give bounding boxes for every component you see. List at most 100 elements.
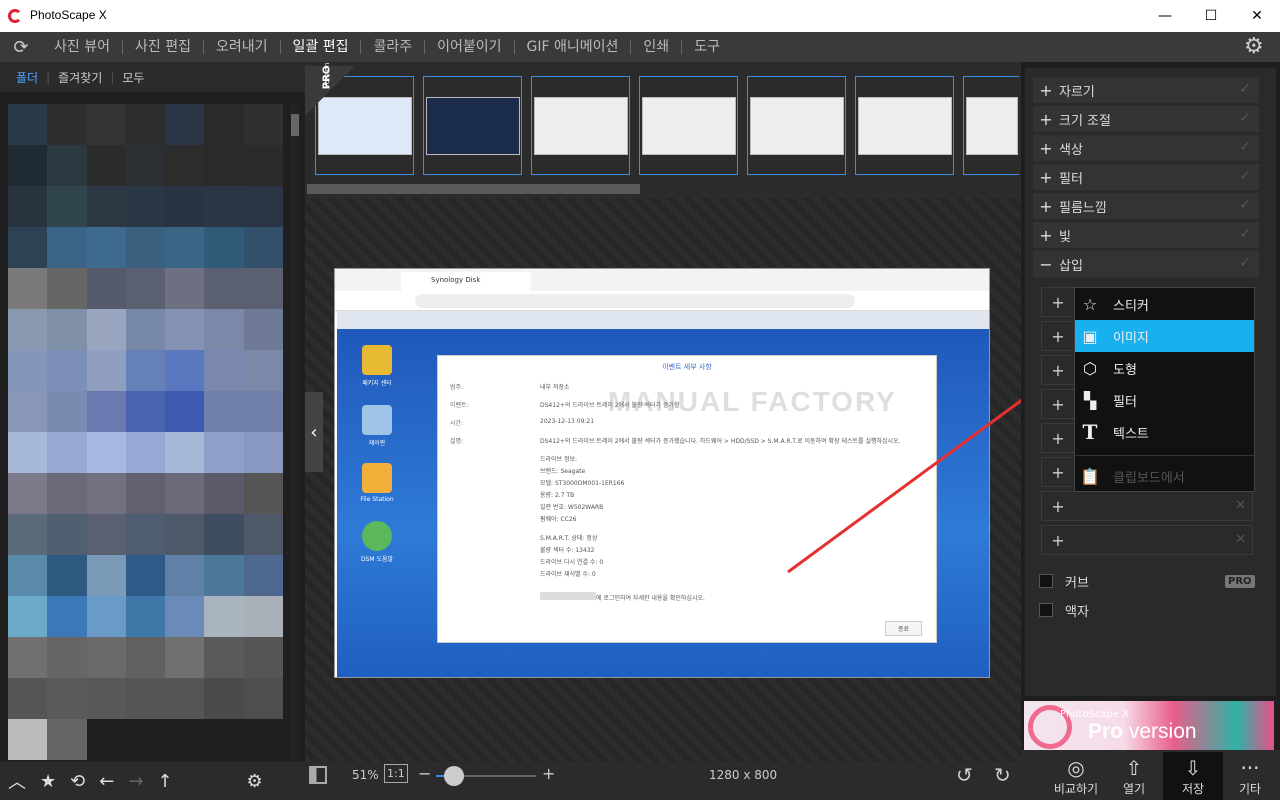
- add-insert-plus-icon[interactable]: +: [1042, 531, 1074, 550]
- panel-toggle-icon[interactable]: [309, 766, 327, 784]
- insert-menu-item[interactable]: ☆ 스티커: [1075, 288, 1254, 320]
- add-insert-plus-icon[interactable]: +: [1042, 429, 1074, 448]
- insert-menu-item[interactable]: ▣ 이미지: [1075, 320, 1254, 352]
- favorite-star-icon[interactable]: ★: [40, 771, 56, 792]
- thumbnail[interactable]: [531, 76, 630, 175]
- section-0[interactable]: + 자르기 ✓: [1033, 77, 1259, 103]
- up-arrow-icon[interactable]: ↑: [157, 771, 172, 792]
- thumbnail[interactable]: [639, 76, 738, 175]
- expand-plus-icon[interactable]: +: [1033, 226, 1059, 245]
- thumbnail[interactable]: [963, 76, 1019, 175]
- expand-plus-icon[interactable]: +: [1033, 197, 1059, 216]
- collapse-minus-icon[interactable]: −: [1033, 255, 1059, 274]
- expand-plus-icon[interactable]: +: [1033, 139, 1059, 158]
- left-scrollbar[interactable]: [290, 104, 300, 762]
- section-5[interactable]: + 빛 ✓: [1033, 222, 1259, 248]
- menu-item[interactable]: 오려내기: [204, 32, 280, 62]
- zoom-out-button[interactable]: −: [418, 764, 431, 783]
- frame-checkbox[interactable]: [1039, 603, 1053, 617]
- text-icon: T: [1082, 420, 1098, 444]
- apply-check-icon[interactable]: ✓: [1239, 81, 1251, 97]
- curve-checkbox[interactable]: [1039, 574, 1053, 588]
- remove-x-icon[interactable]: ✕: [1235, 498, 1246, 513]
- apply-check-icon[interactable]: ✓: [1239, 168, 1251, 184]
- section-2[interactable]: + 색상 ✓: [1033, 135, 1259, 161]
- maximize-button[interactable]: ☐: [1188, 0, 1234, 32]
- menu-item[interactable]: 도구: [682, 32, 732, 62]
- zoom-in-button[interactable]: +: [542, 764, 555, 783]
- menu-item[interactable]: 사진 편집: [123, 32, 203, 62]
- pro-tag: PRO: [1225, 575, 1255, 588]
- compare-button[interactable]: ◎ 비교하기: [1046, 752, 1106, 800]
- menu-item[interactable]: GIF 애니메이션: [515, 32, 631, 62]
- collapse-left-panel-chevron-icon[interactable]: ‹: [305, 392, 323, 472]
- thumbnail[interactable]: [747, 76, 846, 175]
- home-logo-icon[interactable]: ⟳: [0, 37, 42, 58]
- back-arrow-icon[interactable]: ←: [99, 771, 114, 792]
- thumbnail[interactable]: [423, 76, 522, 175]
- app-logo-icon: [8, 9, 22, 23]
- apply-check-icon[interactable]: ✓: [1239, 226, 1251, 242]
- forward-arrow-icon[interactable]: →: [128, 771, 143, 792]
- expand-plus-icon[interactable]: +: [1033, 168, 1059, 187]
- thumbnail[interactable]: [855, 76, 954, 175]
- pro-badge-line2: Version: [322, 62, 331, 89]
- insert-menu-item[interactable]: T 텍스트: [1075, 416, 1254, 448]
- upload-icon: ⇧: [1125, 756, 1143, 780]
- menu-item[interactable]: 사진 뷰어: [42, 32, 122, 62]
- minimize-button[interactable]: —: [1142, 0, 1188, 32]
- expand-plus-icon[interactable]: +: [1033, 110, 1059, 129]
- tab-all[interactable]: 모두: [114, 69, 152, 86]
- open-button[interactable]: ⇧ 열기: [1104, 752, 1164, 800]
- close-button[interactable]: ✕: [1234, 0, 1280, 32]
- refresh-icon[interactable]: ⟲: [70, 771, 85, 792]
- expand-plus-icon[interactable]: +: [1033, 81, 1059, 100]
- more-button[interactable]: ··· 기타: [1220, 752, 1280, 800]
- apply-check-icon[interactable]: ✓: [1239, 255, 1251, 271]
- section-3[interactable]: + 필터 ✓: [1033, 164, 1259, 190]
- section-6[interactable]: − 삽입 ✓: [1033, 251, 1259, 277]
- sticker-icon: ☆: [1082, 294, 1098, 314]
- zoom-slider-knob[interactable]: [444, 766, 464, 786]
- left-tabs: 폴더 | 즐겨찾기 | 모두: [0, 62, 305, 92]
- section-1[interactable]: + 크기 조절 ✓: [1033, 106, 1259, 132]
- add-insert-plus-icon[interactable]: +: [1042, 293, 1074, 312]
- apply-check-icon[interactable]: ✓: [1239, 110, 1251, 126]
- filmstrip-scrollbar[interactable]: [307, 184, 640, 194]
- insert-slot[interactable]: + ✕: [1041, 491, 1253, 521]
- rotate-right-icon[interactable]: ↻: [994, 763, 1011, 787]
- add-insert-plus-icon[interactable]: +: [1042, 361, 1074, 380]
- insert-menu-item[interactable]: ⬡ 도형: [1075, 352, 1254, 384]
- insert-menu-item[interactable]: ▚ 필터: [1075, 384, 1254, 416]
- dialog-row-key: 시간:: [450, 420, 464, 427]
- menu-item[interactable]: 인쇄: [631, 32, 681, 62]
- dialog-footer-note: 에 로그인하여 자세한 내용을 확인하십시오.: [596, 595, 705, 602]
- tab-folders[interactable]: 폴더: [8, 69, 46, 86]
- add-insert-plus-icon[interactable]: +: [1042, 497, 1074, 516]
- apply-check-icon[interactable]: ✓: [1239, 197, 1251, 213]
- tab-favorites[interactable]: 즐겨찾기: [50, 69, 110, 86]
- section-4[interactable]: + 필름느낌 ✓: [1033, 193, 1259, 219]
- insert-slot[interactable]: + ✕: [1041, 525, 1253, 555]
- menu-item[interactable]: 콜라주: [361, 32, 424, 62]
- folder-settings-gear-icon[interactable]: ⚙: [247, 771, 263, 792]
- actual-size-button[interactable]: 1:1: [384, 764, 408, 783]
- apply-check-icon[interactable]: ✓: [1239, 139, 1251, 155]
- zoom-level[interactable]: 51%: [352, 768, 379, 782]
- remove-x-icon[interactable]: ✕: [1235, 532, 1246, 547]
- menu-item[interactable]: 이어붙이기: [425, 32, 513, 62]
- folder-tree-blurred[interactable]: [8, 104, 283, 760]
- add-insert-plus-icon[interactable]: +: [1042, 395, 1074, 414]
- bottom-toolbar: [305, 762, 1021, 800]
- rotate-left-icon[interactable]: ↺: [956, 763, 973, 787]
- frame-option[interactable]: 액자: [1033, 597, 1259, 623]
- pro-version-banner[interactable]: PhotoScape X Pro version: [1024, 701, 1274, 750]
- collapse-up-icon[interactable]: ︿: [8, 768, 26, 794]
- add-insert-plus-icon[interactable]: +: [1042, 327, 1074, 346]
- save-button[interactable]: ⇩ 저장: [1163, 752, 1223, 800]
- settings-gear-icon[interactable]: ⚙: [1244, 36, 1268, 60]
- menu-item[interactable]: 일괄 편집: [281, 32, 361, 62]
- left-scrollbar-thumb[interactable]: [291, 114, 299, 136]
- insert-menu-popup: ☆ 스티커 ▣ 이미지 ⬡ 도형 ▚ 필터 T 텍스트 📋 클립보드에서: [1074, 287, 1255, 492]
- add-insert-plus-icon[interactable]: +: [1042, 463, 1074, 482]
